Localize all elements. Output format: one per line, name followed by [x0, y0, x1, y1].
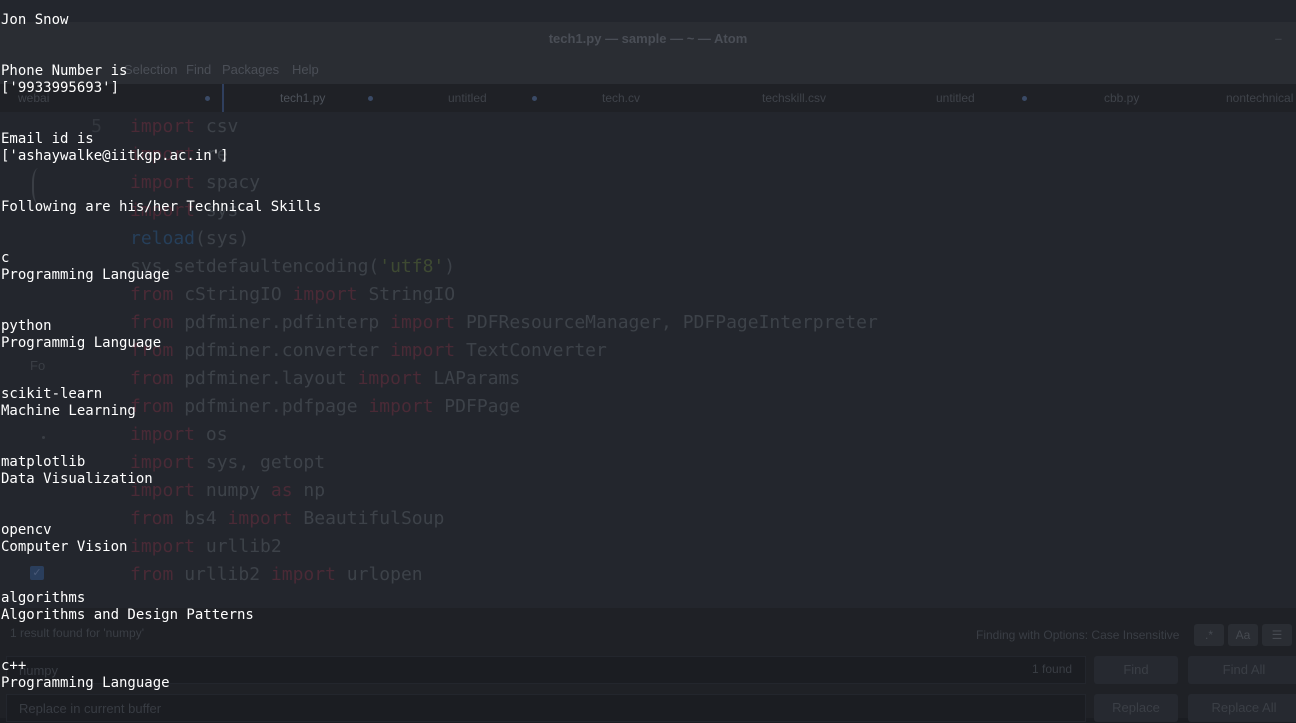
terminal-line: c++	[1, 658, 27, 674]
terminal-line: Programming Language	[1, 675, 170, 691]
terminal-line: Computer Vision	[1, 539, 128, 555]
terminal-line: c	[1, 250, 10, 266]
terminal-line: scikit-learn	[1, 386, 103, 402]
terminal-line: ['9933995693']	[1, 80, 120, 96]
terminal-line: Following are his/her Technical Skills	[1, 199, 322, 215]
terminal-line: Data Visualization	[1, 471, 153, 487]
terminal-line: matplotlib	[1, 454, 86, 470]
terminal-line: algorithms	[1, 590, 86, 606]
terminal-line: Email id is	[1, 131, 94, 147]
terminal-line: Machine Learning	[1, 403, 136, 419]
terminal-line: python	[1, 318, 52, 334]
terminal-line: Programmig Language	[1, 335, 162, 351]
terminal-line: Jon Snow	[1, 12, 69, 28]
terminal-line: opencv	[1, 522, 52, 538]
terminal-output: Jon Snow Phone Number is ['9933995693'] Ema…	[0, 0, 1296, 718]
terminal-line: Algorithms and Design Patterns	[1, 607, 254, 623]
terminal-line: ['ashaywalke@iitkgp.ac.in']	[1, 148, 229, 164]
terminal-line: Phone Number is	[1, 63, 128, 79]
terminal-line: Programming Language	[1, 267, 170, 283]
